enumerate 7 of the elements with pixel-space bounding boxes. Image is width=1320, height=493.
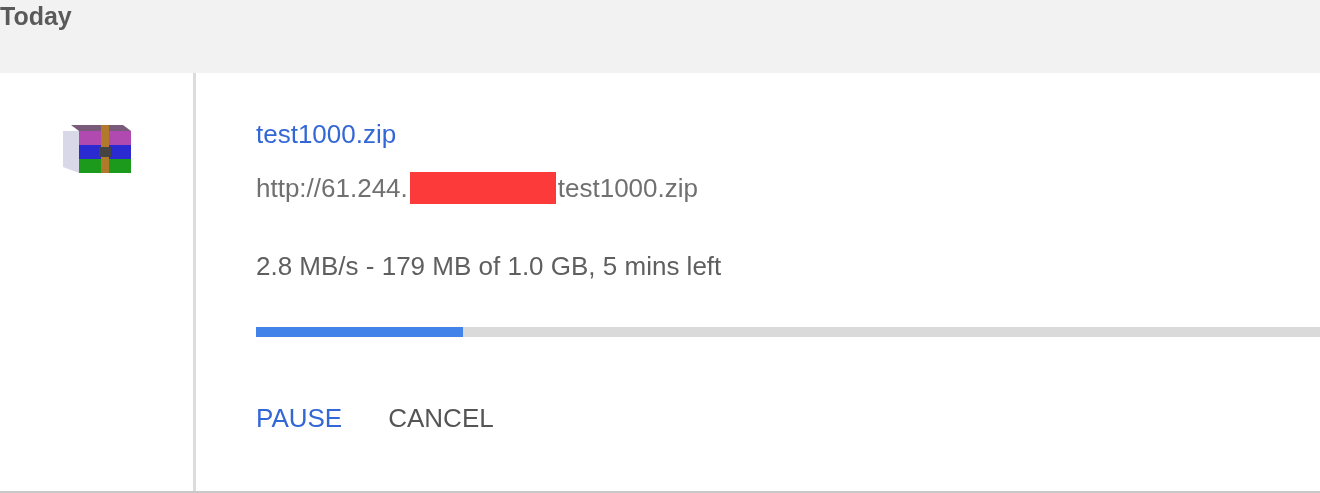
- section-title: Today: [0, 2, 72, 31]
- url-text: test1000.zip: [557, 172, 698, 204]
- file-name-link[interactable]: test1000.zip: [256, 119, 397, 149]
- url-text: http://61.244.: [256, 172, 408, 204]
- pause-button[interactable]: PAUSE: [256, 403, 343, 434]
- cancel-button[interactable]: CANCEL: [388, 403, 494, 434]
- download-status: 2.8 MB/s - 179 MB of 1.0 GB, 5 mins left: [256, 250, 723, 283]
